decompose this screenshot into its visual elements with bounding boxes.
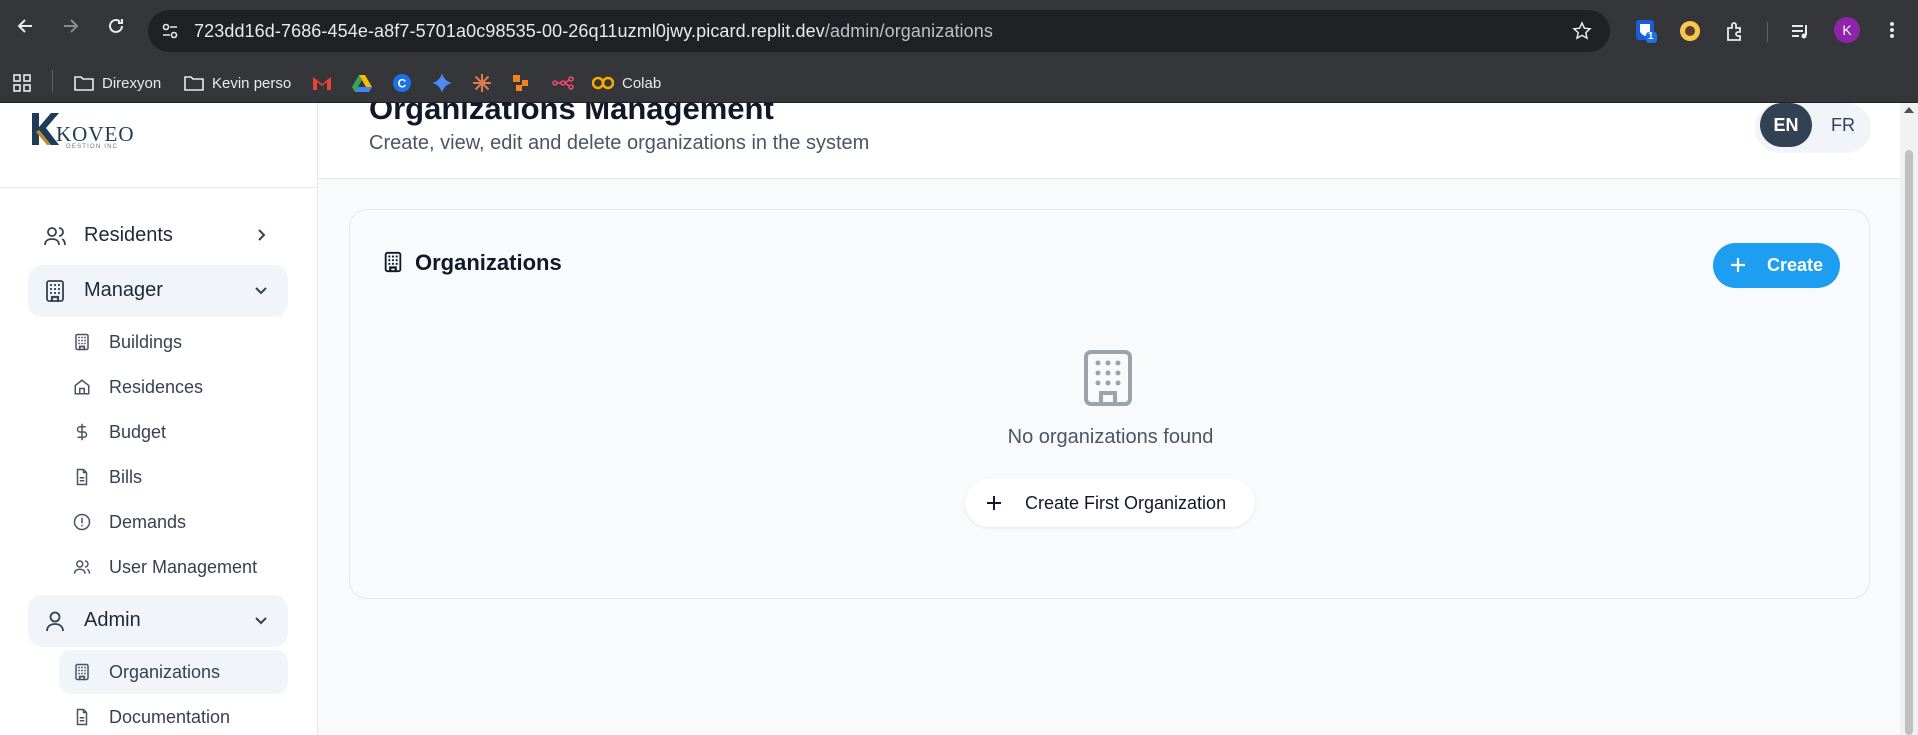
make-icon[interactable]: [512, 71, 530, 95]
file-text-icon: [73, 468, 91, 486]
sidebar-item-label: Residences: [109, 377, 204, 397]
url-host: 723dd16d-7686-454e-a8f7-5701a0c98535-00-…: [194, 21, 825, 41]
gemini-icon[interactable]: [432, 71, 452, 95]
alert-circle-icon: [73, 513, 91, 531]
drive-icon[interactable]: [352, 71, 372, 95]
forward-icon[interactable]: [58, 14, 82, 38]
profile-avatar[interactable]: K: [1834, 17, 1860, 43]
page-subtitle: Create, view, edit and delete organizati…: [369, 132, 870, 154]
sidebar-item-label: Residents: [84, 224, 173, 246]
back-icon[interactable]: [14, 14, 38, 38]
bookmark-label: Colab: [622, 74, 662, 92]
file-text-icon: [73, 708, 91, 726]
sidebar-item-admin[interactable]: Admin: [28, 595, 288, 647]
bookmark-label: Direxyon: [102, 74, 162, 92]
svg-text:C: C: [398, 77, 407, 91]
sidebar-item-label: Manager: [84, 279, 163, 301]
n8n-icon[interactable]: [552, 71, 574, 95]
bookmark-label: Kevin perso: [212, 74, 292, 92]
sidebar: KOVEO GESTION INC Residents Manager Buil…: [0, 103, 318, 735]
page-header: Organizations Management Create, view, e…: [319, 103, 1900, 179]
plus-icon: [1729, 256, 1747, 274]
scroll-up-arrow-icon[interactable]: [1904, 107, 1914, 113]
empty-state-text: No organizations found: [1007, 426, 1214, 448]
lang-fr-button[interactable]: FR: [1817, 103, 1869, 147]
dollar-icon: [73, 423, 91, 441]
sidebar-item-label: Admin: [84, 609, 141, 631]
sun-extension-icon[interactable]: [1677, 18, 1703, 44]
sidebar-item-buildings[interactable]: Buildings: [59, 320, 288, 364]
bookmark-kevin-perso[interactable]: Kevin perso: [184, 71, 291, 95]
sidebar-item-budget[interactable]: Budget: [59, 410, 288, 454]
apps-grid-icon[interactable]: [12, 71, 32, 95]
extension-badge: 1: [1648, 31, 1654, 42]
media-control-icon[interactable]: [1787, 18, 1813, 44]
browser-menu-icon[interactable]: [1880, 18, 1904, 42]
folder-icon: [184, 76, 204, 91]
bitwarden-extension-icon[interactable]: 1: [1633, 18, 1659, 44]
c-icon[interactable]: C: [392, 71, 412, 95]
users-icon: [73, 558, 91, 576]
sidebar-item-label: Bills: [109, 467, 143, 487]
reload-icon[interactable]: [104, 14, 128, 38]
sidebar-item-label: Demands: [109, 512, 187, 532]
sidebar-item-demands[interactable]: Demands: [59, 500, 288, 544]
scrollbar-thumb[interactable]: [1905, 150, 1913, 735]
sidebar-item-organizations[interactable]: Organizations: [59, 650, 288, 694]
organizations-card: Organizations Create No organizations fo…: [349, 209, 1870, 599]
card-title: Organizations: [415, 250, 562, 275]
user-icon: [43, 609, 67, 633]
site-info-icon[interactable]: [160, 21, 180, 41]
chevron-down-icon: [252, 611, 270, 629]
browser-toolbar: 723dd16d-7686-454e-a8f7-5701a0c98535-00-…: [0, 0, 1918, 62]
folder-icon: [74, 76, 94, 91]
page-viewport: KOVEO GESTION INC Residents Manager Buil…: [0, 103, 1900, 735]
bookmarks-divider: [52, 70, 53, 92]
sidebar-item-residences[interactable]: Residences: [59, 365, 288, 409]
sidebar-item-label: Organizations: [109, 662, 221, 682]
lang-en-button[interactable]: EN: [1760, 103, 1812, 147]
bookmark-direxyon[interactable]: Direxyon: [74, 71, 161, 95]
sidebar-divider: [0, 187, 318, 188]
create-first-organization-label: Create First Organization: [1025, 493, 1227, 513]
gmail-icon[interactable]: [312, 71, 332, 95]
building-icon: [73, 333, 91, 351]
logo-tagline: GESTION INC: [66, 144, 119, 150]
plus-icon: [985, 494, 1003, 512]
building-icon: [1083, 349, 1133, 407]
page-title: Organizations Management: [369, 103, 774, 126]
bookmarks-bar: Direxyon Kevin perso C Colab: [0, 62, 1918, 103]
building-icon: [382, 251, 404, 273]
sidebar-item-residents[interactable]: Residents: [28, 210, 288, 262]
home-icon: [73, 378, 91, 396]
koveo-logo[interactable]: KOVEO GESTION INC: [30, 111, 140, 151]
colab-icon: [592, 76, 614, 90]
chevron-down-icon: [252, 281, 270, 299]
bookmark-star-icon[interactable]: [1572, 21, 1592, 41]
toolbar-divider: [1767, 22, 1768, 42]
sidebar-item-label: User Management: [109, 557, 258, 577]
url-path: /admin/organizations: [824, 21, 993, 41]
sidebar-item-user-management[interactable]: User Management: [59, 545, 288, 589]
create-first-organization-button[interactable]: Create First Organization: [965, 479, 1255, 527]
sidebar-item-bills[interactable]: Bills: [59, 455, 288, 499]
create-button[interactable]: Create: [1713, 243, 1840, 288]
building-icon: [43, 279, 67, 303]
language-switcher: EN FR: [1755, 103, 1871, 153]
sidebar-item-manager[interactable]: Manager: [28, 265, 288, 317]
bookmark-colab[interactable]: Colab: [592, 71, 661, 95]
chevron-right-icon: [252, 226, 270, 244]
building-icon: [73, 663, 91, 681]
address-bar[interactable]: 723dd16d-7686-454e-a8f7-5701a0c98535-00-…: [148, 10, 1610, 52]
users-icon: [43, 224, 67, 248]
extensions-puzzle-icon[interactable]: [1722, 18, 1748, 44]
sidebar-item-label: Documentation: [109, 707, 231, 727]
url-text: 723dd16d-7686-454e-a8f7-5701a0c98535-00-…: [194, 21, 993, 42]
sidebar-item-label: Buildings: [109, 332, 183, 352]
sidebar-item-documentation[interactable]: Documentation: [59, 695, 288, 735]
create-button-label: Create: [1767, 255, 1824, 275]
claude-icon[interactable]: [472, 71, 492, 95]
sidebar-item-label: Budget: [109, 422, 167, 442]
